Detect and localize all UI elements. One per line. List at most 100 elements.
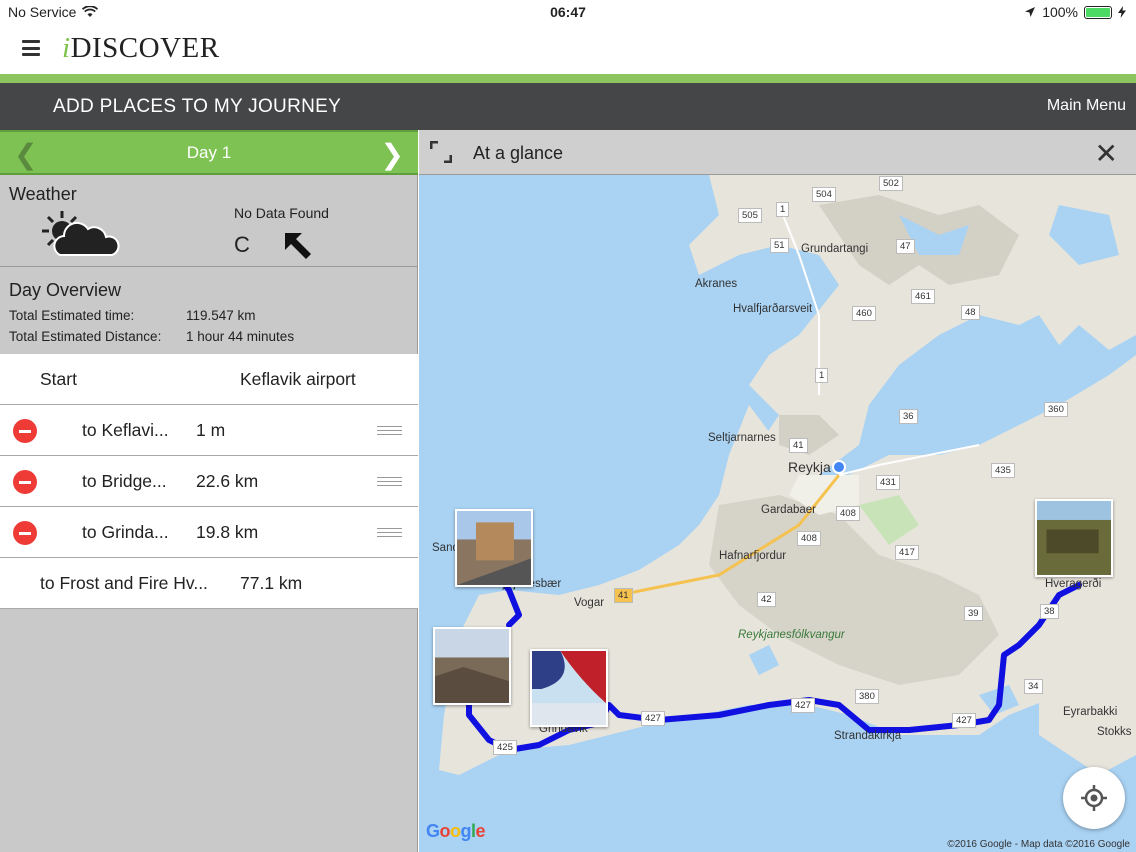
status-time: 06:47 bbox=[550, 4, 586, 20]
road-number: 502 bbox=[879, 176, 903, 191]
map-label: Hafnarfjordur bbox=[719, 550, 787, 562]
remove-stop-icon[interactable] bbox=[13, 419, 37, 443]
map-label: Reykjanesfólkvangur bbox=[738, 629, 845, 641]
road-number: 1 bbox=[776, 202, 790, 217]
place-photo-marker[interactable] bbox=[530, 649, 608, 727]
map-label: Eyrarbakki bbox=[1063, 706, 1118, 718]
hamburger-icon[interactable] bbox=[22, 40, 40, 56]
drag-handle-icon[interactable] bbox=[377, 477, 402, 487]
google-logo: Google bbox=[426, 821, 486, 841]
map-label: Stokks bbox=[1097, 726, 1132, 738]
road-number: 39 bbox=[964, 606, 983, 621]
close-icon[interactable]: ✕ bbox=[1095, 137, 1118, 170]
remove-stop-icon[interactable] bbox=[13, 470, 37, 494]
journey-leg-row[interactable]: to Bridge... 22.6 km bbox=[0, 456, 418, 507]
road-number: 36 bbox=[899, 409, 918, 424]
journey-leg-row[interactable]: to Keflavi... 1 m bbox=[0, 405, 418, 456]
partly-cloudy-icon bbox=[42, 211, 120, 256]
road-number: 41 bbox=[614, 588, 633, 603]
leg-destination: to Grinda... bbox=[82, 522, 169, 542]
leg-distance: 19.8 km bbox=[196, 522, 259, 542]
road-number: 505 bbox=[738, 208, 762, 223]
road-number: 417 bbox=[895, 545, 919, 560]
road-number: 435 bbox=[991, 463, 1015, 478]
start-place: Keflavik airport bbox=[240, 369, 356, 389]
road-number: 34 bbox=[1024, 679, 1043, 694]
next-day-icon[interactable]: ❯ bbox=[381, 138, 404, 171]
map-label: Reykja bbox=[788, 459, 831, 475]
route-map[interactable]: Akranes Grundartangi Hvalfjarðarsveit Se… bbox=[419, 175, 1136, 852]
map-label: Vogar bbox=[574, 597, 605, 609]
place-photo-marker[interactable] bbox=[433, 627, 511, 705]
page-title: ADD PLACES TO MY JOURNEY bbox=[53, 96, 342, 117]
day-overview-title: Day Overview bbox=[9, 280, 122, 300]
leg-destination: to Bridge... bbox=[82, 471, 167, 491]
place-photo-marker[interactable] bbox=[1035, 499, 1113, 577]
final-leg-destination: to Frost and Fire Hv... bbox=[40, 573, 208, 593]
drag-handle-icon[interactable] bbox=[377, 426, 402, 436]
estimated-distance-value: 1 hour 44 minutes bbox=[186, 329, 295, 344]
leg-distance: 1 m bbox=[196, 420, 226, 440]
map-label: Hvalfjarðarsveit bbox=[733, 303, 813, 315]
battery-icon bbox=[1084, 5, 1112, 19]
road-number: 408 bbox=[797, 531, 821, 546]
weather-label: Weather bbox=[9, 184, 77, 204]
journey-panel: ❮ Day 1 ❯ Weather No Data Found C Day Ov… bbox=[0, 130, 418, 852]
road-number: 408 bbox=[836, 506, 860, 521]
map-label: Akranes bbox=[695, 278, 738, 290]
map-title: At a glance bbox=[473, 143, 564, 163]
road-number: 504 bbox=[812, 187, 836, 202]
map-header: At a glance ✕ bbox=[419, 130, 1136, 175]
estimated-distance-label: Total Estimated Distance: bbox=[9, 329, 162, 344]
road-number: 427 bbox=[641, 711, 665, 726]
final-leg-distance: 77.1 km bbox=[240, 573, 303, 593]
road-number: 38 bbox=[1040, 604, 1059, 619]
battery-percent: 100% bbox=[1042, 4, 1078, 20]
map-label: Gardabaer bbox=[761, 504, 816, 516]
road-number: 460 bbox=[852, 306, 876, 321]
wind-direction-arrow-icon bbox=[285, 233, 311, 259]
map-label: Grundartangi bbox=[801, 243, 869, 255]
road-number: 427 bbox=[952, 713, 976, 728]
day-label: Day 1 bbox=[186, 143, 232, 162]
road-number: 48 bbox=[961, 305, 980, 320]
place-photo-marker[interactable] bbox=[455, 509, 533, 587]
status-bar: No Service 06:47 100% bbox=[0, 0, 1136, 24]
road-number: 427 bbox=[791, 698, 815, 713]
day-overview: Day Overview Total Estimated time: 119.5… bbox=[0, 268, 418, 354]
journey-leg-row[interactable]: to Grinda... 19.8 km bbox=[0, 507, 418, 558]
app-logo: iDISCOVER bbox=[62, 32, 220, 64]
remove-stop-icon[interactable] bbox=[13, 521, 37, 545]
leg-destination: to Keflavi... bbox=[82, 420, 169, 440]
main-menu-link[interactable]: Main Menu bbox=[1047, 97, 1126, 115]
expand-icon[interactable] bbox=[430, 141, 452, 163]
road-number: 47 bbox=[896, 239, 915, 254]
my-location-button[interactable] bbox=[1063, 767, 1125, 829]
road-number: 51 bbox=[770, 238, 789, 253]
road-number: 425 bbox=[493, 740, 517, 755]
current-location-marker bbox=[832, 460, 846, 474]
weather-no-data: No Data Found bbox=[234, 205, 329, 221]
road-number: 41 bbox=[789, 438, 808, 453]
road-number: 461 bbox=[911, 289, 935, 304]
road-number: 380 bbox=[855, 689, 879, 704]
app-header: iDISCOVER bbox=[0, 24, 1136, 74]
map-label: Strandakirkja bbox=[834, 730, 902, 742]
weather-section: Weather No Data Found C bbox=[0, 175, 418, 267]
estimated-time-value: 119.547 km bbox=[186, 308, 256, 323]
road-number: 1 bbox=[815, 368, 829, 383]
drag-handle-icon[interactable] bbox=[377, 528, 402, 538]
road-number: 42 bbox=[757, 592, 776, 607]
journey-start-row[interactable]: Start Keflavik airport bbox=[0, 354, 418, 405]
map-label: Hveragerði bbox=[1045, 578, 1102, 590]
start-label: Start bbox=[40, 369, 77, 389]
map-copyright: ©2016 Google - Map data ©2016 Google bbox=[947, 839, 1130, 850]
map-label: Seltjarnarnes bbox=[708, 432, 776, 444]
title-bar: ADD PLACES TO MY JOURNEY Main Menu bbox=[0, 83, 1136, 130]
estimated-time-label: Total Estimated time: bbox=[9, 308, 135, 323]
header-accent-line bbox=[0, 74, 1136, 83]
journey-final-row[interactable]: to Frost and Fire Hv... 77.1 km bbox=[0, 558, 418, 609]
leg-distance: 22.6 km bbox=[196, 471, 259, 491]
charging-bolt-icon bbox=[1118, 6, 1126, 18]
status-right: 100% bbox=[1024, 4, 1126, 20]
